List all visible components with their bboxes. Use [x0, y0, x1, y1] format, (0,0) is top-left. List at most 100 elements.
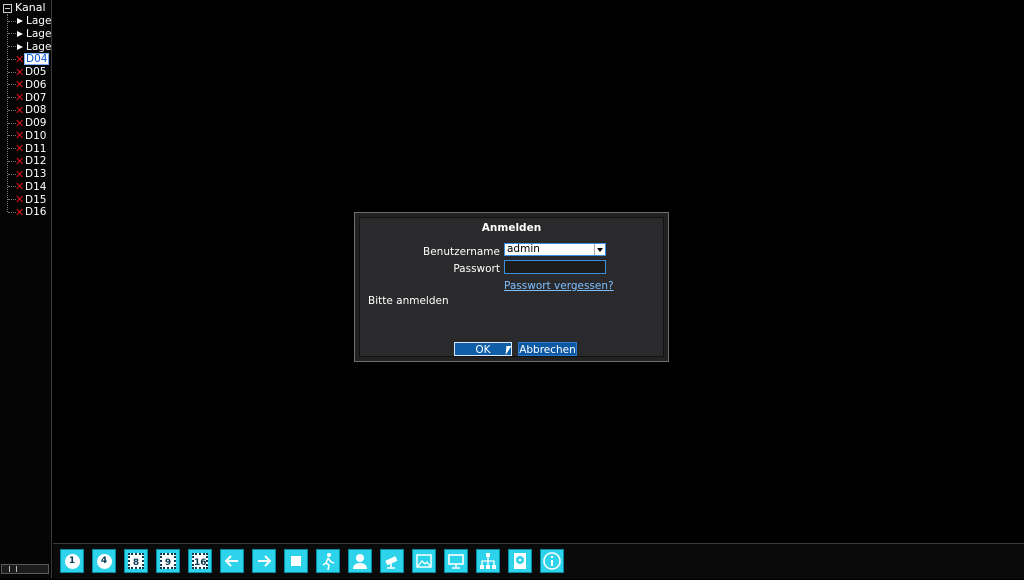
- tree-branch: [8, 20, 16, 22]
- layout-1-icon: 1: [64, 553, 80, 569]
- tree-channel-item[interactable]: ✕ D14: [8, 181, 47, 193]
- status-text: Bitte anmelden: [368, 295, 449, 307]
- layout-9-icon: 9: [160, 553, 176, 569]
- stop-button[interactable]: [284, 549, 308, 573]
- tree-channel-item[interactable]: ✕ D13: [8, 168, 47, 180]
- tree-item-label: D09: [25, 117, 47, 129]
- tree-item-label: Lage: [26, 15, 52, 27]
- username-select[interactable]: admin: [504, 243, 606, 256]
- user-icon: [351, 552, 369, 570]
- tree-channel-item[interactable]: ✕ D16: [8, 206, 47, 218]
- layout-16-icon: 16: [192, 553, 208, 569]
- user-button[interactable]: [348, 549, 372, 573]
- monitor-icon: [447, 552, 465, 570]
- disconnected-x-icon: ✕: [15, 193, 25, 206]
- tree-channel-item[interactable]: ✕ D06: [8, 79, 47, 91]
- tree-item-label: D07: [25, 91, 47, 104]
- tree-item-label: D15: [25, 193, 47, 206]
- tree-branch: [8, 46, 16, 47]
- dialog-title: Anmelden: [481, 222, 542, 234]
- stop-icon: [287, 552, 305, 570]
- cancel-button[interactable]: Abbrechen: [518, 342, 577, 356]
- next-arrow-icon: [255, 552, 273, 570]
- tree-channel-item[interactable]: ✕ D15: [8, 194, 47, 206]
- info-icon: [543, 552, 561, 570]
- tree-item-label: D16: [25, 206, 47, 219]
- login-dialog: Anmelden Benutzername admin Passwort Pas…: [354, 212, 669, 362]
- disconnected-x-icon: ✕: [15, 129, 25, 143]
- person-walking-button[interactable]: [316, 549, 340, 573]
- mouse-cursor-icon: [505, 346, 512, 355]
- tree-channel-item[interactable]: ✕ D07: [8, 92, 47, 104]
- tree-root-label: Kanal: [15, 1, 46, 14]
- bottom-toolbar: 1 4 8 9 16: [53, 543, 1024, 579]
- previous-arrow-icon: [223, 552, 241, 570]
- picture-icon: [415, 552, 433, 570]
- password-field[interactable]: [504, 260, 606, 274]
- monitor-button[interactable]: [444, 549, 468, 573]
- disconnected-x-icon: ✕: [15, 167, 25, 181]
- layout-16-button[interactable]: 16: [188, 549, 212, 573]
- disconnected-x-icon: ✕: [15, 65, 25, 79]
- hard-disk-icon: [511, 552, 529, 570]
- tree-item-label: D12: [25, 155, 47, 168]
- ptz-camera-icon: [383, 552, 401, 570]
- ptz-camera-button[interactable]: [380, 549, 404, 573]
- tree-group-item[interactable]: Lage: [8, 28, 52, 40]
- tree-item-label: D14: [25, 180, 47, 193]
- expand-arrow-icon: [17, 43, 23, 50]
- ok-button[interactable]: OK: [454, 342, 512, 356]
- tree-item-label: D10: [25, 129, 47, 142]
- disconnected-x-icon: ✕: [15, 116, 25, 130]
- network-button[interactable]: [476, 549, 500, 573]
- info-button[interactable]: [540, 549, 564, 573]
- tree-channel-item[interactable]: ✕ D12: [8, 155, 47, 167]
- layout-4-icon: 4: [96, 553, 112, 569]
- scrollbar-thumb[interactable]: [9, 566, 17, 572]
- tree-channel-item[interactable]: ✕ D04: [8, 53, 50, 66]
- username-label: Benutzername: [423, 246, 500, 258]
- picture-button[interactable]: [412, 549, 436, 573]
- forgot-password-link[interactable]: Passwort vergessen?: [504, 280, 614, 292]
- tree-channel-item[interactable]: ✕ D08: [8, 104, 47, 116]
- layout-1-button[interactable]: 1: [60, 549, 84, 573]
- tree-group-item[interactable]: Lage: [8, 41, 52, 53]
- collapse-icon[interactable]: [3, 3, 12, 13]
- tree-branch: [8, 33, 16, 35]
- disconnected-x-icon: ✕: [15, 154, 25, 168]
- tree-channel-item[interactable]: ✕ D09: [8, 117, 47, 129]
- expand-arrow-icon: [17, 30, 23, 37]
- person-walking-icon: [319, 552, 337, 570]
- previous-arrow-button[interactable]: [220, 549, 244, 573]
- tree-channel-item[interactable]: ✕ D10: [8, 130, 47, 142]
- disconnected-x-icon: ✕: [15, 91, 25, 104]
- tree-item-label: D11: [25, 142, 47, 155]
- tree-root[interactable]: Kanal: [3, 2, 46, 14]
- hard-disk-button[interactable]: [508, 549, 532, 573]
- disconnected-x-icon: ✕: [15, 142, 25, 155]
- layout-9-button[interactable]: 9: [156, 549, 180, 573]
- tree-item-label: Lage: [26, 27, 52, 40]
- tree-item-label: D06: [25, 78, 47, 91]
- disconnected-x-icon: ✕: [15, 180, 25, 194]
- tree-item-label: D04: [24, 53, 50, 66]
- tree-group-item[interactable]: Lage: [8, 15, 52, 27]
- channel-sidebar: Kanal Lage Lage Lage ✕ D04 ✕ D05 ✕ D06 ✕ D07 ✕ D08 ✕ D…: [0, 0, 52, 578]
- sidebar-scrollbar[interactable]: [1, 564, 49, 574]
- tree-item-label: Lage: [26, 40, 52, 53]
- tree-item-label: D13: [25, 168, 47, 180]
- network-icon: [479, 552, 497, 570]
- disconnected-x-icon: ✕: [15, 205, 25, 219]
- layout-8-button[interactable]: 8: [124, 549, 148, 573]
- login-dialog-body: Anmelden Benutzername admin Passwort Pas…: [359, 217, 664, 357]
- disconnected-x-icon: ✕: [15, 103, 25, 117]
- dropdown-arrow-icon[interactable]: [594, 244, 605, 255]
- password-label: Passwort: [453, 263, 500, 275]
- layout-4-button[interactable]: 4: [92, 549, 116, 573]
- next-arrow-button[interactable]: [252, 549, 276, 573]
- tree-item-label: D08: [25, 104, 47, 117]
- tree-channel-item[interactable]: ✕ D05: [8, 66, 47, 78]
- tree-channel-item[interactable]: ✕ D11: [8, 143, 47, 155]
- username-value: admin: [507, 243, 540, 255]
- expand-arrow-icon: [17, 18, 23, 24]
